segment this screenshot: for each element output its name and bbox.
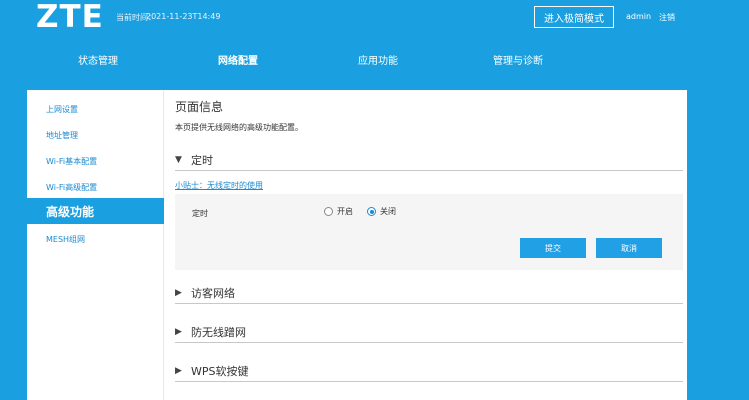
sidebar-item-advanced-features[interactable]: 高级功能 [27, 198, 164, 224]
timer-off-label: 关闭 [380, 207, 396, 216]
section-guest-network-label: 访客网络 [191, 286, 235, 300]
chevron-right-icon: ▶ [175, 287, 182, 298]
timer-panel: 定时 开启 关闭 提交 取消 [175, 194, 683, 270]
top-header: ZTE 当前时间： 2021-11-23T14:49 进入极简模式 admin … [0, 0, 749, 90]
timer-off-radio[interactable] [367, 207, 376, 216]
timer-on-radio[interactable] [324, 207, 333, 216]
logout-link[interactable]: 注销 [659, 12, 675, 23]
page-description: 本页提供无线网络的高级功能配置。 [175, 123, 303, 132]
content-area: 页面信息 本页提供无线网络的高级功能配置。 ▼ 定时 小贴士：无线定时的使用 定… [175, 90, 687, 400]
section-anti-leech-label: 防无线蹭网 [191, 325, 246, 339]
timer-tip-link[interactable]: 小贴士：无线定时的使用 [175, 180, 263, 191]
sidebar-item-internet[interactable]: 上网设置 [27, 96, 164, 122]
current-time-value: 2021-11-23T14:49 [146, 12, 221, 21]
sidebar-item-wifi-basic[interactable]: Wi-Fi基本配置 [27, 148, 164, 174]
nav-item-network[interactable]: 网络配置 [193, 52, 283, 67]
section-timer-header[interactable]: ▼ 定时 [175, 149, 683, 171]
chevron-right-icon: ▶ [175, 326, 182, 337]
section-wps-header[interactable]: ▶ WPS软按键 [175, 360, 683, 382]
section-wps-label: WPS软按键 [191, 364, 249, 378]
timer-field-label: 定时 [192, 209, 208, 218]
nav-item-management[interactable]: 管理与诊断 [473, 52, 563, 67]
sidebar-item-address[interactable]: 地址管理 [27, 122, 164, 148]
section-guest-network-header[interactable]: ▶ 访客网络 [175, 282, 683, 304]
main-nav: 状态管理 网络配置 应用功能 管理与诊断 [0, 52, 749, 72]
page-title: 页面信息 [175, 100, 224, 114]
nav-item-apps[interactable]: 应用功能 [333, 52, 423, 67]
section-timer-label: 定时 [191, 153, 213, 167]
timer-radio-group: 开启 关闭 [324, 206, 410, 217]
sidebar-item-wifi-advanced[interactable]: Wi-Fi高级配置 [27, 174, 164, 200]
chevron-down-icon: ▼ [175, 154, 182, 165]
simple-mode-button[interactable]: 进入极简模式 [534, 6, 614, 28]
zte-logo: ZTE [36, 0, 104, 35]
sidebar-item-mesh[interactable]: MESH组网 [27, 226, 164, 252]
sidebar: 上网设置 地址管理 Wi-Fi基本配置 Wi-Fi高级配置 高级功能 MESH组… [27, 90, 164, 400]
cancel-button[interactable]: 取消 [596, 238, 662, 258]
submit-button[interactable]: 提交 [520, 238, 586, 258]
chevron-right-icon: ▶ [175, 365, 182, 376]
timer-on-label: 开启 [337, 207, 353, 216]
nav-item-status[interactable]: 状态管理 [53, 52, 143, 67]
main-card: 上网设置 地址管理 Wi-Fi基本配置 Wi-Fi高级配置 高级功能 MESH组… [27, 90, 687, 400]
section-anti-leech-header[interactable]: ▶ 防无线蹭网 [175, 321, 683, 343]
username: admin [626, 12, 652, 21]
